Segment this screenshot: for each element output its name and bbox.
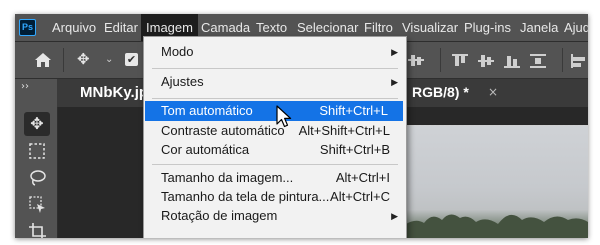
move-tool-button[interactable]: ✥ xyxy=(24,112,50,136)
menu-item-contraste-automatico[interactable]: Contraste automático Alt+Shift+Ctrl+L xyxy=(144,121,406,141)
menu-item-label: Contraste automático xyxy=(161,123,285,138)
align-left-icon[interactable] xyxy=(571,54,587,68)
lasso-icon xyxy=(30,170,46,186)
menu-item-shortcut: Alt+Shift+Ctrl+L xyxy=(298,123,390,138)
photoshop-window: Ps Arquivo Editar Imagem Camada Texto Se… xyxy=(15,14,588,238)
tools-panel: ✥ xyxy=(15,107,58,238)
menu-item-label: Tamanho da tela de pintura... xyxy=(161,189,330,204)
menu-item-tom-automatico[interactable]: Tom automático Shift+Ctrl+L xyxy=(145,101,403,121)
menu-item-label: Modo xyxy=(161,44,194,59)
menu-item-label: Cor automática xyxy=(161,142,250,157)
tab-document-2[interactable]: RGB/8) * × xyxy=(400,79,500,107)
menu-item-cor-automatica[interactable]: Cor automática Shift+Ctrl+B xyxy=(144,140,406,160)
selection-border xyxy=(406,125,588,126)
photoshop-logo-icon[interactable]: Ps xyxy=(19,19,36,36)
distribute-icon[interactable] xyxy=(530,54,546,68)
marquee-tool-button[interactable] xyxy=(24,139,50,163)
menu-janela[interactable]: Janela xyxy=(520,14,558,41)
menu-item-tamanho-imagem[interactable]: Tamanho da imagem... Alt+Ctrl+I xyxy=(144,168,406,188)
menu-arquivo[interactable]: Arquivo xyxy=(52,14,96,41)
object-selection-icon xyxy=(29,196,45,213)
menu-plugins[interactable]: Plug-ins xyxy=(464,14,511,41)
chevron-down-icon[interactable]: ⌄ xyxy=(105,54,113,65)
rectangular-marquee-icon xyxy=(29,143,45,159)
collapse-toolbar-icon[interactable]: ›› xyxy=(21,81,29,92)
move-tool-icon: ✥ xyxy=(30,114,44,133)
tab-title: RGB/8) * xyxy=(412,84,469,100)
submenu-arrow-icon: ▶ xyxy=(391,77,398,87)
menu-item-rotacao-imagem[interactable]: Rotação de imagem ▶ xyxy=(144,206,406,226)
mouse-cursor-icon xyxy=(276,105,292,128)
menu-item-shortcut: Shift+Ctrl+L xyxy=(319,103,388,118)
menu-item-label: Ajustes xyxy=(161,74,204,89)
home-icon[interactable] xyxy=(34,52,52,68)
crop-tool-button[interactable] xyxy=(24,220,50,238)
menu-item-modo[interactable]: Modo ▶ xyxy=(144,42,406,62)
imagem-dropdown-menu: Modo ▶ Ajustes ▶ Tom automático Shift+Ct… xyxy=(143,36,407,238)
auto-select-checkbox[interactable]: ✔ xyxy=(125,53,138,66)
align-icon[interactable] xyxy=(408,54,424,68)
menu-item-tamanho-tela[interactable]: Tamanho da tela de pintura... Alt+Ctrl+C xyxy=(144,187,406,207)
menu-ajuda[interactable]: Ajuda xyxy=(564,14,588,41)
align-middle-icon[interactable] xyxy=(478,54,494,68)
object-selection-tool-button[interactable] xyxy=(24,193,50,217)
submenu-arrow-icon: ▶ xyxy=(391,47,398,57)
menu-item-label: Tamanho da imagem... xyxy=(161,170,294,185)
divider xyxy=(63,48,64,72)
move-tool-icon[interactable]: ✥ xyxy=(77,52,90,67)
menu-item-label: Rotação de imagem xyxy=(161,208,278,223)
toolbar-header: ›› xyxy=(15,79,57,107)
image-canvas[interactable] xyxy=(406,125,588,238)
menu-item-ajustes[interactable]: Ajustes ▶ xyxy=(144,72,406,92)
menu-item-shortcut: Alt+Ctrl+C xyxy=(330,189,390,204)
menu-editar[interactable]: Editar xyxy=(104,14,138,41)
align-top-icon[interactable] xyxy=(452,54,468,68)
lasso-tool-button[interactable] xyxy=(24,166,50,190)
divider xyxy=(562,48,563,72)
menu-separator xyxy=(152,68,398,69)
menu-visualizar[interactable]: Visualizar xyxy=(402,14,458,41)
menu-item-shortcut: Alt+Ctrl+I xyxy=(335,170,390,185)
divider xyxy=(440,48,441,72)
menu-separator xyxy=(152,164,398,165)
menu-separator xyxy=(152,98,398,99)
menu-item-label: Tom automático xyxy=(161,103,253,118)
menu-item-shortcut: Shift+Ctrl+B xyxy=(319,142,390,157)
tree-line xyxy=(406,214,588,238)
align-bottom-icon[interactable] xyxy=(504,54,520,68)
submenu-arrow-icon: ▶ xyxy=(391,211,398,221)
close-icon[interactable]: × xyxy=(488,85,498,99)
crop-icon xyxy=(29,223,46,238)
